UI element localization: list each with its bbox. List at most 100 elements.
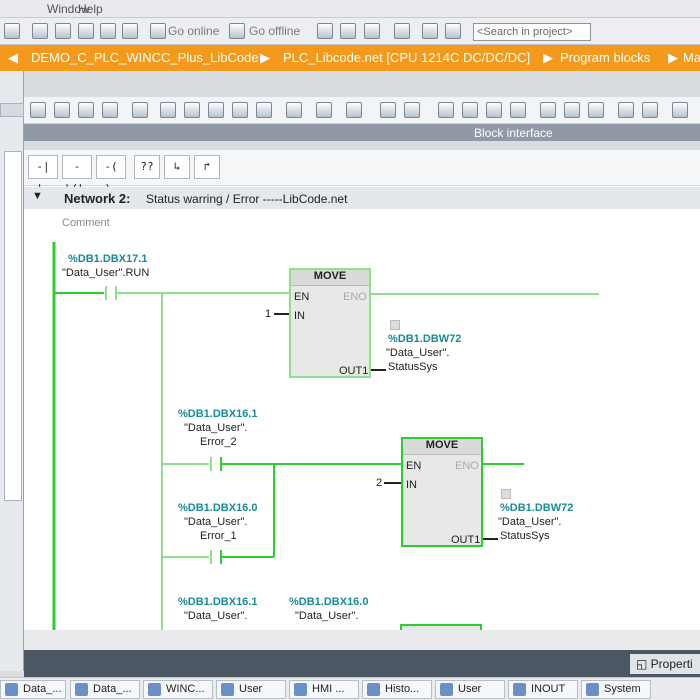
download-icon[interactable] <box>55 23 71 39</box>
insert-row-icon[interactable] <box>78 102 94 118</box>
jump-icon[interactable] <box>438 102 454 118</box>
move-2-out-address: %DB1.DBW72 <box>500 502 574 514</box>
breadcrumb-back-icon[interactable]: ◀ <box>8 50 18 66</box>
indent-icon[interactable] <box>540 102 556 118</box>
editor-horizontal-scrollbar[interactable] <box>24 630 700 650</box>
go-offline-icon[interactable] <box>229 23 245 39</box>
favorites-icon[interactable] <box>132 102 148 118</box>
stop-icon[interactable] <box>364 23 380 39</box>
move-1-in-value[interactable]: 1 <box>265 308 271 320</box>
move-2-eno-pin: ENO <box>455 460 479 472</box>
network-description[interactable]: Status warring / Error -----LibCode.net <box>146 192 347 206</box>
breadcrumb-item-main[interactable]: Ma <box>683 50 700 65</box>
empty-box-icon[interactable]: ?? <box>134 155 160 179</box>
properties-label: Properti <box>650 657 693 671</box>
cross-reference-icon[interactable] <box>394 23 410 39</box>
move-block-1-title: MOVE <box>291 270 369 286</box>
menu-bar: Window Help <box>0 0 700 18</box>
insert-network-icon[interactable] <box>30 102 46 118</box>
comment-out-icon[interactable] <box>588 102 604 118</box>
error2-contact-tag[interactable]: "Data_User". <box>184 422 247 434</box>
filter-icon[interactable] <box>510 102 526 118</box>
tag-information-3-icon[interactable] <box>346 102 362 118</box>
breadcrumb-item-plc[interactable]: PLC_Libcode.net [CPU 1214C DC/DC/DC] <box>283 50 530 65</box>
outdent-icon[interactable] <box>564 102 580 118</box>
taskbar-item-user-2[interactable]: User <box>435 680 505 699</box>
move-block-1[interactable]: MOVE EN ENO IN OUT1 <box>289 268 371 378</box>
comments-icon[interactable] <box>232 102 248 118</box>
nc-contact-icon[interactable]: -|/|- <box>62 155 92 195</box>
move-2-out-pin: OUT1 <box>451 534 481 546</box>
move-block-2[interactable]: MOVE EN ENO IN OUT1 <box>401 437 483 547</box>
monitoring-icon[interactable] <box>486 102 502 118</box>
open-all-networks-icon[interactable] <box>160 102 176 118</box>
run-contact-tag[interactable]: "Data_User".RUN <box>62 267 149 279</box>
run-contact-address: %DB1.DBX17.1 <box>68 253 148 265</box>
highlight-icon[interactable] <box>404 102 420 118</box>
user-icon <box>440 683 453 696</box>
move-1-out-tag[interactable]: "Data_User". <box>386 347 449 359</box>
contact-3-tag[interactable]: "Data_User". <box>184 610 247 622</box>
go-online-button[interactable]: Go online <box>168 24 219 38</box>
step-icon[interactable] <box>642 102 658 118</box>
list-icon[interactable] <box>380 102 396 118</box>
taskbar-item-inout[interactable]: INOUT <box>508 680 578 699</box>
main-toolbar: Go online Go offline <box>0 18 700 45</box>
move-2-out-tag-member[interactable]: StatusSys <box>500 530 550 542</box>
close-all-networks-icon[interactable] <box>184 102 200 118</box>
save-icon[interactable] <box>4 23 20 39</box>
go-offline-button[interactable]: Go offline <box>249 24 300 38</box>
taskbar-item-hmi[interactable]: HMI ... <box>289 680 359 699</box>
search-input[interactable]: <Search in project> <box>473 23 591 41</box>
tag-information-2-icon[interactable] <box>316 102 332 118</box>
call-environment-icon[interactable] <box>672 102 688 118</box>
open-branch-icon[interactable]: ↳ <box>164 155 190 179</box>
taskbar-item-history[interactable]: Histo... <box>362 680 432 699</box>
error2-contact-tag-member[interactable]: Error_2 <box>200 436 237 448</box>
contact-4-tag[interactable]: "Data_User". <box>295 610 358 622</box>
compile-icon[interactable] <box>100 23 116 39</box>
split-vertical-icon[interactable] <box>445 23 461 39</box>
coil-icon[interactable]: -( )- <box>96 155 126 195</box>
split-horizontal-icon[interactable] <box>422 23 438 39</box>
breadcrumb-item-project[interactable]: DEMO_C_PLC_WINCC_Plus_LibCode <box>31 50 259 65</box>
tree-scrollbar[interactable] <box>4 151 22 501</box>
accessible-devices-icon[interactable] <box>317 23 333 39</box>
properties-tab[interactable]: ◱ Properti <box>630 654 700 674</box>
move-2-in-value[interactable]: 2 <box>376 477 382 489</box>
block-interface-bar[interactable]: Block interface <box>24 124 700 141</box>
taskbar-item-system[interactable]: System <box>581 680 651 699</box>
network-comment[interactable]: Comment <box>62 217 110 229</box>
project-tree-tab[interactable] <box>0 103 24 117</box>
move-1-out-tag-member[interactable]: StatusSys <box>388 361 438 373</box>
network-view-icon[interactable] <box>208 102 224 118</box>
taskbar-item-wincc[interactable]: WINC... <box>143 680 213 699</box>
taskbar-item-data-2[interactable]: Data_... <box>70 680 140 699</box>
breakpoint-icon[interactable] <box>618 102 634 118</box>
breadcrumb-item-program-blocks[interactable]: Program blocks <box>560 50 650 65</box>
error1-contact-tag-member[interactable]: Error_1 <box>200 530 237 542</box>
inout-icon <box>513 683 526 696</box>
menu-help[interactable]: Help <box>78 2 103 16</box>
taskbar-item-data-1[interactable]: Data_... <box>0 680 66 699</box>
breadcrumb-separator-icon: ▶ <box>668 50 678 65</box>
go-online-icon[interactable] <box>150 23 166 39</box>
upload-icon[interactable] <box>78 23 94 39</box>
network-header[interactable]: ▼ Network 2: Status warring / Error ----… <box>24 187 700 209</box>
simulation-icon[interactable] <box>122 23 138 39</box>
jump-back-icon[interactable] <box>462 102 478 118</box>
contact-4-address: %DB1.DBX16.0 <box>289 596 369 608</box>
close-branch-icon[interactable]: ↱ <box>194 155 220 179</box>
ladder-element-toolbar: -| |- -|/|- -( )- ?? ↳ ↱ <box>24 150 700 195</box>
error1-contact-tag[interactable]: "Data_User". <box>184 516 247 528</box>
no-contact-icon[interactable]: -| |- <box>28 155 58 195</box>
taskbar-item-user-1[interactable]: User <box>216 680 286 699</box>
collapse-chevron-icon[interactable]: ▼ <box>32 190 43 202</box>
add-row-icon[interactable] <box>102 102 118 118</box>
delete-network-icon[interactable] <box>54 102 70 118</box>
tag-information-icon[interactable] <box>286 102 302 118</box>
print-icon[interactable] <box>32 23 48 39</box>
move-2-out-tag[interactable]: "Data_User". <box>498 516 561 528</box>
monitor-icon[interactable] <box>340 23 356 39</box>
absolute-operands-icon[interactable] <box>256 102 272 118</box>
